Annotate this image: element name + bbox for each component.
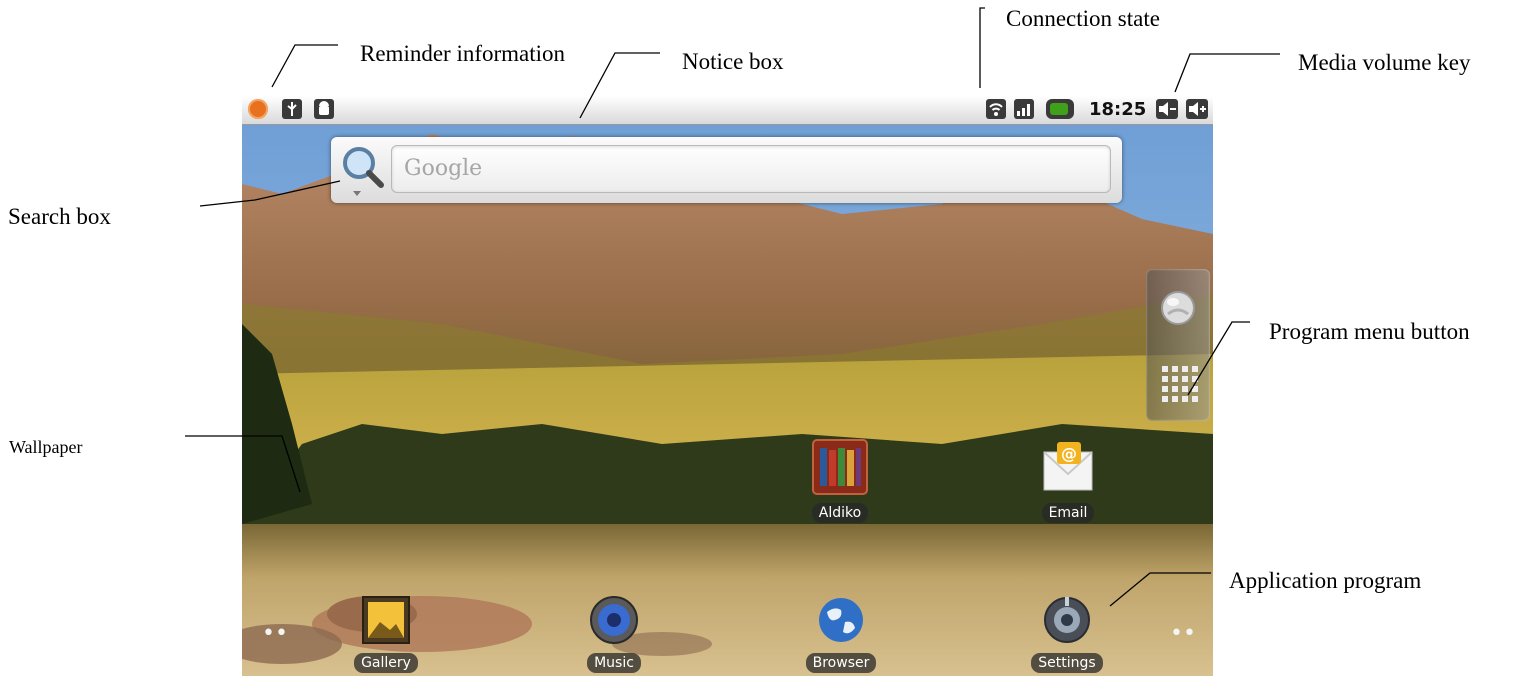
signal-icon[interactable] (1014, 99, 1034, 119)
status-time: 18:25 (1089, 99, 1147, 120)
app-label-music: Music (587, 653, 641, 673)
volume-up-icon[interactable] (1186, 99, 1208, 119)
search-placeholder: Google (404, 156, 483, 181)
leader-reminder (271, 44, 338, 88)
signal-glyph (1017, 104, 1030, 116)
app-grid-icon[interactable] (1158, 362, 1198, 402)
email-icon: @ (1043, 442, 1093, 491)
app-label-settings: Settings (1031, 653, 1103, 673)
speaker-icon (590, 596, 638, 644)
callout-application: Application program (1229, 568, 1422, 593)
callout-wallpaper: Wallpaper (9, 437, 83, 457)
leader-media-volume (1174, 53, 1280, 93)
wifi-glyph (989, 103, 1003, 116)
page-indicator-left: •• (262, 621, 288, 646)
svg-text:@: @ (1061, 444, 1077, 463)
android-debug-icon[interactable] (314, 99, 334, 119)
usb-icon[interactable] (282, 99, 302, 119)
settings-icon (1044, 597, 1090, 643)
app-email[interactable]: @ Email (1018, 438, 1118, 523)
battery-fill (1050, 103, 1068, 115)
wifi-icon[interactable] (986, 99, 1006, 119)
globe-button-icon[interactable] (1158, 288, 1198, 328)
callout-notice: Notice box (682, 49, 784, 74)
app-music[interactable]: Music (564, 594, 664, 673)
page-indicator-right: •• (1170, 621, 1196, 646)
alert-icon[interactable] (248, 99, 268, 119)
app-label-email: Email (1041, 503, 1095, 523)
volume-down-icon[interactable] (1156, 99, 1178, 119)
app-label-aldiko: Aldiko (811, 503, 869, 523)
usb-glyph (287, 102, 297, 116)
status-bar: 18:25 (242, 96, 1213, 125)
device-screen: 18:25 Google Aldiko @ Email •• •• Galler… (242, 96, 1213, 676)
callout-connection: Connection state (1006, 6, 1160, 31)
app-label-gallery: Gallery (354, 653, 418, 673)
callout-search: Search box (8, 204, 111, 229)
app-gallery[interactable]: Gallery (336, 594, 436, 673)
books-icon (812, 439, 868, 495)
volume-up-glyph (1189, 102, 1206, 116)
app-aldiko[interactable]: Aldiko (790, 438, 890, 523)
volume-down-glyph (1159, 102, 1176, 116)
app-settings[interactable]: Settings (1017, 594, 1117, 673)
side-panel (1146, 269, 1210, 421)
magnifier-icon[interactable] (339, 143, 387, 197)
callout-media-volume: Media volume key (1298, 50, 1471, 75)
app-label-browser: Browser (805, 653, 877, 673)
callout-reminder: Reminder information (360, 41, 566, 66)
app-browser[interactable]: Browser (791, 594, 891, 673)
search-box[interactable]: Google (331, 137, 1122, 203)
callout-program-menu: Program menu button (1269, 319, 1470, 344)
android-glyph (319, 101, 329, 115)
globe-icon (819, 598, 863, 642)
gallery-icon (362, 596, 410, 644)
leader-connection (979, 7, 985, 88)
search-input[interactable]: Google (391, 145, 1111, 193)
battery-icon[interactable] (1046, 99, 1074, 119)
